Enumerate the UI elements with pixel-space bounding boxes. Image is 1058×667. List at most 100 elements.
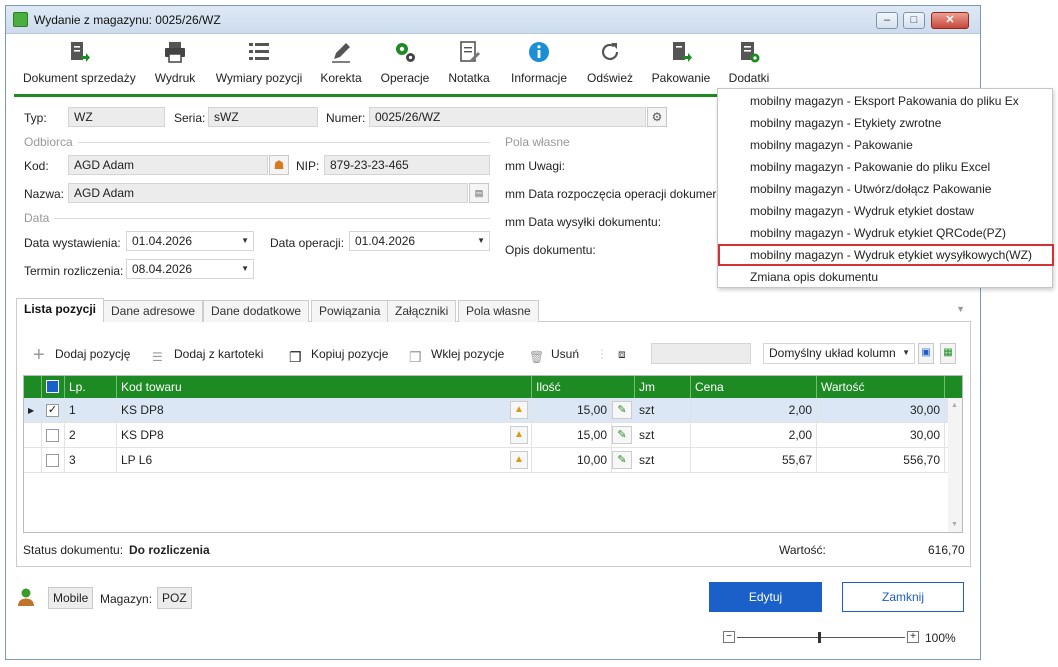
typ-field[interactable]: WZ — [68, 107, 165, 127]
odbiorca-section: Odbiorca — [24, 135, 73, 149]
menu-item[interactable]: mobilny magazyn - Etykiety zwrotne — [718, 112, 1054, 134]
table-row[interactable]: 2 KS DP8 ▲ 15,00 ✎ szt 2,00 30,00 — [24, 423, 949, 448]
document-arrow-icon — [71, 42, 90, 62]
cell-kod: LP L6 — [117, 448, 532, 473]
gear-icon[interactable]: ⚙ — [647, 107, 667, 127]
data-section: Data — [24, 211, 50, 225]
nip-field[interactable]: 879-23-23-465 — [324, 155, 490, 175]
paste-icon: ❒ — [409, 348, 422, 365]
row-checkbox-cell[interactable] — [42, 423, 65, 448]
tb-notatka[interactable]: Notatka — [447, 40, 491, 92]
list-add-icon: ☰ — [152, 349, 163, 364]
stock-icon[interactable]: ▲ — [510, 426, 528, 444]
tb-wymiary-pozycji[interactable]: Wymiary pozycji — [214, 40, 304, 92]
row-checkbox-cell[interactable]: ✓ — [42, 398, 65, 423]
save-layout-icon[interactable]: ▣ — [918, 343, 934, 364]
header-select-all[interactable] — [42, 376, 65, 398]
cell-kod: KS DP8 — [117, 423, 532, 448]
tb-odswiez[interactable]: Odśwież — [586, 40, 634, 92]
grid-scrollbar[interactable]: ▲ ▼ — [948, 398, 962, 532]
row-checkbox-cell[interactable] — [42, 448, 65, 473]
edit-button[interactable]: Edytuj — [709, 582, 822, 612]
contractor-icon[interactable]: ☗ — [269, 155, 289, 175]
printer-icon — [165, 42, 185, 63]
layout-select[interactable]: Domyślny układ kolumn ▼ — [763, 343, 915, 364]
header-ilosc[interactable]: Ilość — [532, 376, 635, 398]
menu-item[interactable]: mobilny magazyn - Wydruk etykiet dostaw — [718, 200, 1054, 222]
chevron-down-icon[interactable]: ▼ — [956, 304, 965, 314]
paste-items-button[interactable]: ❒ Wklej pozycje — [409, 344, 504, 365]
stock-icon[interactable]: ▲ — [510, 451, 528, 469]
menu-item[interactable]: mobilny magazyn - Pakowanie do pliku Exc… — [718, 156, 1054, 178]
user-icon[interactable] — [17, 587, 35, 607]
tb-wydruk[interactable]: Wydruk — [152, 40, 198, 92]
nazwa-field[interactable]: AGD Adam — [68, 183, 468, 203]
data-wystawienia-label: Data wystawienia: — [24, 236, 121, 250]
menu-item[interactable]: mobilny magazyn - Eksport Pakowania do p… — [718, 90, 1054, 112]
card-icon[interactable]: ▤ — [469, 183, 489, 203]
tb-korekta[interactable]: Korekta — [319, 40, 363, 92]
table-row[interactable]: 3 LP L6 ▲ 10,00 ✎ szt 55,67 556,70 — [24, 448, 949, 473]
header-lp[interactable]: Lp. — [65, 376, 117, 398]
edit-icon[interactable]: ✎ — [612, 401, 632, 419]
tb-operacje[interactable]: Operacje — [379, 40, 431, 92]
cell-ilosc[interactable]: 10,00 — [532, 448, 612, 473]
plus-icon: + — [33, 343, 45, 366]
seria-field[interactable]: sWZ — [208, 107, 318, 127]
menu-item[interactable]: mobilny magazyn - Wydruk etykiet QRCode(… — [718, 222, 1054, 244]
header-jm[interactable]: Jm — [635, 376, 691, 398]
excel-icon[interactable]: ▦ — [940, 343, 956, 364]
maximize-button[interactable]: □ — [903, 12, 925, 29]
tb-dokument-sprzedazy[interactable]: Dokument sprzedaży — [23, 40, 136, 92]
zoom-slider-thumb[interactable] — [818, 632, 821, 643]
tab-powiazania[interactable]: Powiązania — [311, 300, 389, 322]
stock-icon[interactable]: ▲ — [510, 401, 528, 419]
menu-item[interactable]: Zmiana opis dokumentu — [718, 266, 1054, 288]
minimize-button[interactable]: – — [876, 12, 898, 29]
cell-lp: 3 — [65, 448, 117, 473]
tb-dodatki[interactable]: Dodatki — [726, 40, 772, 92]
header-kod-towaru[interactable]: Kod towaru — [117, 376, 532, 398]
delete-button[interactable]: 🗑 Usuń — [529, 344, 579, 364]
data-wysylki-label: mm Data wysyłki dokumentu: — [505, 215, 662, 229]
tab-pola-wlasne[interactable]: Pola własne — [458, 300, 539, 322]
edit-icon[interactable]: ✎ — [612, 451, 632, 469]
header-indicator — [24, 376, 42, 398]
header-cena[interactable]: Cena — [691, 376, 817, 398]
tab-dane-dodatkowe[interactable]: Dane dodatkowe — [203, 300, 310, 322]
table-row[interactable]: ▶ ✓ 1 KS DP8 ▲ 15,00 ✎ szt 2,00 30,00 — [24, 398, 949, 423]
copy-items-button[interactable]: ❐ Kopiuj pozycje — [289, 344, 388, 365]
menu-item[interactable]: mobilny magazyn - Utwórz/dołącz Pakowani… — [718, 178, 1054, 200]
header-wartosc[interactable]: Wartość — [817, 376, 945, 398]
cell-wartosc: 30,00 — [817, 423, 945, 448]
menu-item-wydruk-wz-highlighted[interactable]: mobilny magazyn - Wydruk etykiet wysyłko… — [718, 244, 1054, 266]
tb-pakowanie[interactable]: Pakowanie — [650, 40, 712, 92]
cell-ilosc[interactable]: 15,00 — [532, 423, 612, 448]
tb-informacje[interactable]: Informacje — [509, 40, 569, 92]
termin-field[interactable]: 08.04.2026 ▼ — [126, 259, 254, 279]
gears-icon — [396, 43, 415, 62]
basket-icon — [13, 12, 28, 27]
edit-icon[interactable]: ✎ — [612, 426, 632, 444]
barcode-scan-icon[interactable]: ⧈ — [618, 344, 626, 364]
tab-zalaczniki[interactable]: Załączniki — [387, 300, 457, 322]
mobile-chip[interactable]: Mobile — [48, 587, 94, 609]
zoom-in-button[interactable]: + — [907, 631, 919, 643]
kod-field[interactable]: AGD Adam — [68, 155, 268, 175]
add-from-catalog-button[interactable]: ☰ Dodaj z kartoteki — [152, 344, 263, 364]
close-button[interactable]: Zamknij — [842, 582, 964, 612]
chevron-down-icon: ▼ — [477, 236, 485, 245]
numer-field[interactable]: 0025/26/WZ — [369, 107, 646, 127]
data-wystawienia-field[interactable]: 01.04.2026 ▼ — [126, 231, 254, 251]
cell-ilosc[interactable]: 15,00 — [532, 398, 612, 423]
add-item-button[interactable]: + Dodaj pozycję — [33, 343, 130, 366]
magazyn-value: POZ — [157, 587, 192, 609]
close-window-button[interactable]: ✕ — [931, 12, 969, 29]
tab-dane-adresowe[interactable]: Dane adresowe — [103, 300, 204, 322]
zoom-out-button[interactable]: − — [723, 631, 735, 643]
menu-item[interactable]: mobilny magazyn - Pakowanie — [718, 134, 1054, 156]
section-divider — [54, 218, 490, 219]
tab-lista-pozycji[interactable]: Lista pozycji — [16, 298, 105, 323]
search-input[interactable] — [651, 343, 751, 364]
data-operacji-field[interactable]: 01.04.2026 ▼ — [349, 231, 490, 251]
